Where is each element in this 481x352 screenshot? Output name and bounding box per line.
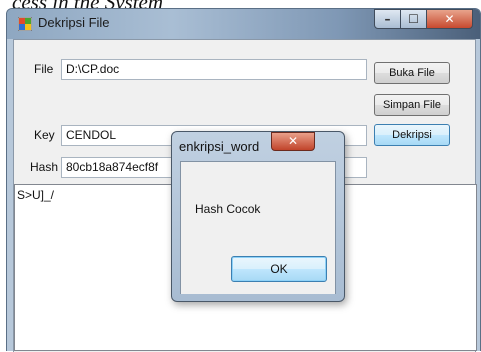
title-bar[interactable]: Dekripsi File – ☐ ✕ bbox=[7, 9, 480, 39]
dialog-close-icon[interactable]: ✕ bbox=[271, 132, 315, 151]
window-title: Dekripsi File bbox=[38, 15, 110, 30]
close-icon[interactable]: ✕ bbox=[426, 9, 473, 29]
dialog-message: Hash Cocok bbox=[195, 202, 261, 216]
app-icon bbox=[18, 17, 32, 31]
message-dialog: enkripsi_word ✕ Hash Cocok OK bbox=[171, 131, 345, 302]
save-file-button[interactable]: Simpan File bbox=[374, 94, 450, 116]
hash-label: Hash bbox=[30, 160, 59, 174]
file-path-field[interactable]: D:\CP.doc bbox=[61, 59, 367, 80]
decrypt-button[interactable]: Dekripsi bbox=[374, 124, 450, 146]
maximize-icon[interactable]: ☐ bbox=[400, 9, 427, 29]
dialog-body: Hash Cocok OK bbox=[180, 161, 336, 294]
dialog-title: enkripsi_word bbox=[179, 139, 260, 154]
key-label: Key bbox=[34, 128, 55, 142]
open-file-button[interactable]: Buka File bbox=[374, 62, 450, 84]
minimize-icon[interactable]: – bbox=[374, 9, 401, 29]
file-label: File bbox=[34, 62, 54, 76]
ok-button[interactable]: OK bbox=[231, 256, 327, 282]
